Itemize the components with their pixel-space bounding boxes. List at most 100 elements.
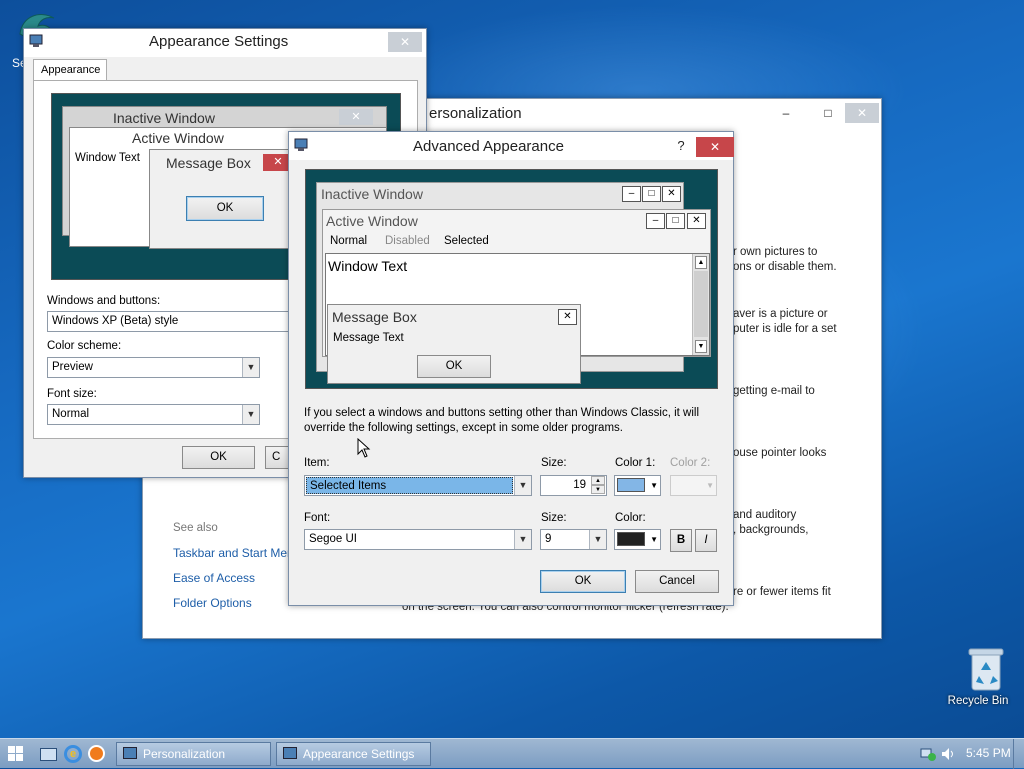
scroll-thumb: [694, 271, 708, 337]
tab-appearance[interactable]: Appearance: [33, 59, 107, 81]
desc-text: aver is a picture or: [733, 308, 828, 320]
font-size-label: Font size:: [47, 388, 97, 400]
network-icon[interactable]: [920, 747, 936, 761]
desc-text: re or fewer items fit: [733, 586, 831, 598]
ie-icon[interactable]: e: [64, 745, 82, 763]
close-icon: ✕: [687, 213, 706, 229]
item-select[interactable]: Selected Items ▼: [304, 475, 532, 496]
preview-window-text: Window Text: [328, 258, 408, 274]
color-scheme-value: Preview: [52, 361, 93, 373]
color-scheme-select[interactable]: Preview ▼: [47, 357, 260, 378]
size-spinner[interactable]: 19 ▲ ▼: [540, 475, 607, 496]
taskbar-button-appearance-settings[interactable]: Appearance Settings: [276, 742, 431, 766]
font-size-select[interactable]: 9 ▼: [540, 529, 607, 550]
minimize-button[interactable]: –: [773, 103, 799, 123]
preview-menu-normal: Normal: [330, 235, 368, 247]
link-taskbar-start-menu[interactable]: Taskbar and Start Menu: [173, 546, 300, 560]
font-size-label: Size:: [541, 512, 567, 524]
preview-message-title: Message Box: [332, 309, 417, 325]
preview-ok-button: OK: [417, 355, 491, 378]
desc-text: , backgrounds,: [733, 524, 809, 536]
close-button[interactable]: ✕: [696, 137, 734, 157]
info-text: If you select a windows and buttons sett…: [304, 407, 700, 434]
preview-message-text: Message Text: [333, 332, 404, 344]
appearance-titlebar[interactable]: Appearance Settings ✕: [24, 29, 426, 57]
preview-message-box: Message Box ✕ OK: [149, 149, 299, 249]
help-button[interactable]: ?: [671, 136, 691, 156]
clock[interactable]: 5:45 PM: [966, 746, 1011, 760]
chevron-down-icon[interactable]: ▼: [514, 476, 531, 495]
maximize-icon: □: [666, 213, 685, 229]
scroll-down-icon: ▼: [695, 340, 707, 353]
advanced-title: Advanced Appearance: [413, 138, 564, 155]
advanced-titlebar[interactable]: Advanced Appearance ? ✕: [289, 132, 734, 160]
color2-picker: ▼: [670, 475, 717, 496]
advanced-appearance-dialog: Advanced Appearance ? ✕ Inactive Window …: [288, 131, 734, 606]
font-color-swatch: [617, 532, 645, 546]
personalization-title: ersonalization: [429, 105, 522, 122]
link-folder-options[interactable]: Folder Options: [173, 596, 252, 610]
color-scheme-label: Color scheme:: [47, 340, 122, 352]
windows-buttons-label: Windows and buttons:: [47, 295, 161, 307]
start-button[interactable]: [4, 743, 30, 765]
bold-button[interactable]: B: [670, 529, 692, 552]
cancel-button[interactable]: Cancel: [635, 570, 719, 593]
maximize-icon: □: [642, 186, 661, 202]
desc-text: ons or disable them.: [733, 261, 837, 273]
windows-logo-icon: [8, 746, 23, 761]
spin-down-icon[interactable]: ▼: [591, 485, 605, 494]
preview-message-box[interactable]: Message Box ✕ Message Text OK: [327, 304, 581, 384]
preview-scrollbar: ▲ ▼: [692, 254, 709, 355]
display-icon: [29, 34, 43, 47]
chevron-down-icon[interactable]: ▼: [589, 530, 606, 549]
mouse-cursor-icon: [357, 438, 371, 458]
chevron-down-icon[interactable]: ▼: [242, 358, 259, 377]
font-select[interactable]: Segoe UI ▼: [304, 529, 532, 550]
close-button[interactable]: ✕: [845, 103, 879, 123]
desc-text: r own pictures to: [733, 246, 818, 258]
italic-button[interactable]: I: [695, 529, 717, 552]
taskbar-label: Appearance Settings: [303, 747, 415, 761]
desc-text: and auditory: [733, 509, 797, 521]
font-size-value: Normal: [52, 408, 90, 420]
font-value: Segoe UI: [309, 533, 357, 545]
scroll-up-icon: ▲: [695, 256, 707, 269]
close-button[interactable]: ✕: [388, 32, 422, 52]
display-icon: [294, 138, 308, 151]
desc-text: getting e-mail to: [733, 385, 815, 397]
ok-button[interactable]: OK: [540, 570, 626, 593]
recycle-bin[interactable]: Recycle Bin: [943, 646, 1013, 716]
display-icon: [123, 747, 137, 759]
advanced-preview[interactable]: Inactive Window – □ ✕ Active Window – □ …: [305, 169, 718, 389]
minimize-icon: –: [646, 213, 665, 229]
maximize-button[interactable]: □: [815, 103, 841, 123]
color2-label: Color 2:: [670, 457, 711, 469]
desc-text: puter is idle for a set: [733, 323, 837, 335]
see-also-heading: See also: [173, 522, 218, 534]
show-desktop-icon[interactable]: [40, 748, 57, 761]
taskbar-button-personalization[interactable]: Personalization: [116, 742, 271, 766]
item-label: Item:: [304, 457, 330, 469]
font-size-select[interactable]: Normal ▼: [47, 404, 260, 425]
link-ease-of-access[interactable]: Ease of Access: [173, 571, 255, 585]
windows-buttons-select[interactable]: Windows XP (Beta) style: [47, 311, 297, 332]
recycle-bin-icon: [968, 648, 1003, 691]
preview-close: ✕: [339, 109, 373, 125]
chevron-down-icon[interactable]: ▼: [514, 530, 531, 549]
ok-button[interactable]: OK: [182, 446, 255, 469]
preview-window-text: Window Text: [75, 152, 140, 164]
show-desktop-button[interactable]: [1013, 739, 1024, 769]
chevron-down-icon[interactable]: ▼: [242, 405, 259, 424]
taskbar: e Personalization Appearance Settings 5:…: [0, 738, 1024, 769]
preview-menu-selected: Selected: [444, 235, 489, 247]
volume-icon[interactable]: [941, 747, 957, 761]
item-value: Selected Items: [306, 477, 513, 494]
recycle-bin-label: Recycle Bin: [947, 695, 1009, 707]
font-color-picker[interactable]: ▼: [614, 529, 661, 550]
display-icon: [283, 747, 297, 759]
appearance-title: Appearance Settings: [149, 33, 289, 50]
spin-up-icon[interactable]: ▲: [591, 476, 605, 485]
preview-inactive-title: Inactive Window: [321, 186, 423, 202]
media-player-icon[interactable]: [88, 745, 105, 762]
color1-picker[interactable]: ▼: [614, 475, 661, 496]
